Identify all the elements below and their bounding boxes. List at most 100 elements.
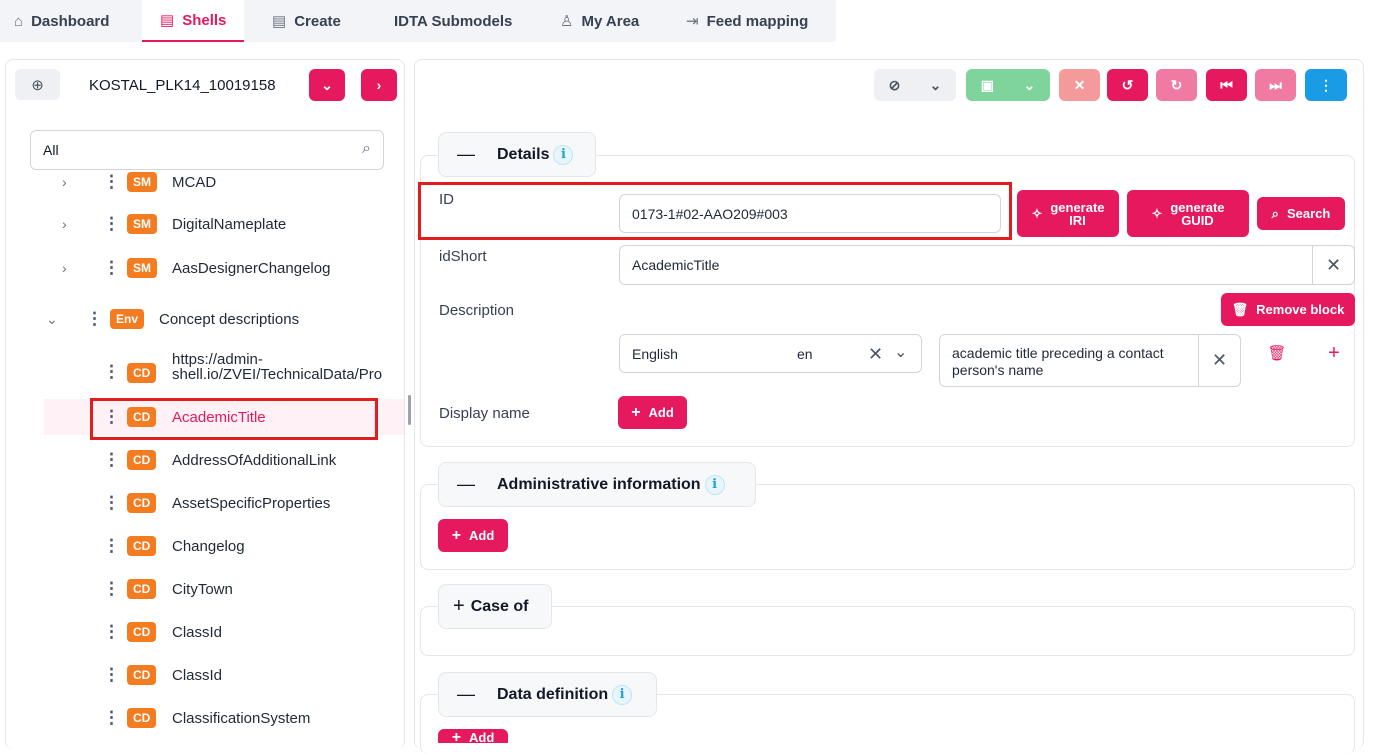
tab-idta-label: IDTA Submodels — [394, 12, 513, 30]
data-definition-header[interactable]: — Data definition i — [438, 672, 657, 717]
chevron-down-icon[interactable]: ⌄ — [1024, 77, 1036, 94]
generate-guid-button[interactable]: ✧ generate GUID — [1127, 190, 1249, 237]
tree-item[interactable]: ⌄ ⋮ Env Concept descriptions — [6, 301, 404, 337]
search-label: Search — [1286, 206, 1331, 221]
info-icon[interactable]: i — [704, 474, 725, 495]
tab-create[interactable]: ▤ Create — [272, 0, 341, 42]
search-button[interactable]: ⌕ Search — [1257, 197, 1345, 230]
tree-item[interactable]: ⋮ CD ClassId — [6, 614, 404, 650]
clear-icon[interactable]: ✕ — [868, 344, 883, 365]
tab-my-area-label: My Area — [581, 12, 640, 30]
last-button[interactable]: ⏭ — [1255, 69, 1296, 101]
type-badge: SM — [127, 214, 157, 234]
chevron-right-icon[interactable]: › — [62, 260, 67, 276]
chevron-down-icon[interactable]: ⌄ — [930, 77, 942, 94]
chevron-right-icon: › — [376, 77, 382, 93]
zoom-button[interactable]: ⊕ — [15, 69, 60, 100]
info-icon[interactable]: i — [553, 144, 574, 165]
redo-button[interactable]: ↻ — [1156, 69, 1197, 101]
tree-item[interactable]: ⋮ CD CityTown — [6, 571, 404, 607]
shell-next-button[interactable]: › — [361, 69, 397, 101]
tab-feed-mapping[interactable]: ⇥ Feed mapping — [686, 0, 808, 42]
idshort-value: AcademicTitle — [632, 257, 720, 273]
expand-icon[interactable]: + — [453, 595, 465, 618]
remove-block-button[interactable]: 🗑 Remove block — [1221, 293, 1355, 326]
type-badge: CD — [127, 363, 157, 383]
generate-iri-button[interactable]: ✧ generate IRI — [1017, 190, 1119, 237]
tree-item-label: ClassId — [172, 666, 223, 684]
tab-my-area[interactable]: ♙ My Area — [560, 0, 639, 42]
idshort-input[interactable]: AcademicTitle ✕ — [619, 245, 1355, 285]
info-icon[interactable]: i — [612, 684, 633, 705]
tree-item[interactable]: ⋮ CD https://admin- shell.io/ZVEI/Techni… — [6, 350, 404, 394]
tree-item[interactable]: ⋮ CD Changelog — [6, 528, 404, 564]
more-vertical-icon[interactable]: ⋮ — [103, 214, 120, 234]
add-display-name-button[interactable]: + Add — [618, 396, 687, 429]
tree-item[interactable]: ⋮ CD AssetSpecificProperties — [6, 485, 404, 521]
more-vertical-icon[interactable]: ⋮ — [103, 536, 120, 556]
save-icon[interactable]: ▣ — [981, 77, 994, 94]
collapse-icon[interactable]: — — [457, 684, 475, 705]
check-icon[interactable]: ⊘ — [889, 77, 901, 94]
add-administrative-button[interactable]: + Add — [438, 519, 508, 552]
panel-splitter[interactable] — [408, 395, 411, 425]
tree-item-label: https://admin- shell.io/ZVEI/TechnicalDa… — [172, 352, 382, 382]
save-button-group[interactable]: ▣ ⌄ — [966, 69, 1050, 101]
clear-icon[interactable]: ✕ — [1198, 335, 1240, 386]
trash-icon[interactable]: 🗑 — [1267, 343, 1287, 363]
data-definition-title: Data definition — [497, 685, 609, 703]
description-textarea[interactable]: academic title preceding a contact perso… — [939, 334, 1241, 387]
more-vertical-icon[interactable]: ⋮ — [86, 309, 103, 329]
tree-item[interactable]: › ⋮ SM AasDesignerChangelog — [6, 250, 404, 286]
tree-item[interactable]: › ⋮ SM MCAD — [6, 164, 404, 200]
chevron-down-icon[interactable]: ⌄ — [894, 342, 907, 362]
plus-icon: + — [451, 527, 462, 544]
tree-item[interactable]: ⋮ CD ClassificationSystem — [6, 700, 404, 736]
discard-button[interactable]: ✕ — [1059, 69, 1100, 101]
tab-dashboard[interactable]: ⌂ Dashboard — [14, 0, 109, 42]
tree-item[interactable]: › ⋮ SM DigitalNameplate — [6, 206, 404, 242]
case-of-header[interactable]: + Case of — [438, 584, 552, 629]
more-vertical-icon[interactable]: ⋮ — [103, 622, 120, 642]
sparkle-icon: ✧ — [1151, 206, 1163, 221]
tree-item-label: AssetSpecificProperties — [172, 494, 331, 512]
filter-value: All — [43, 142, 59, 158]
redo-icon: ↻ — [1170, 76, 1183, 93]
tree-item[interactable]: ⋮ CD AddressOfAdditionalLink — [6, 442, 404, 478]
shell-dropdown-button[interactable]: ⌄ — [309, 69, 345, 101]
tree-item[interactable]: ⋮ CD ClassId — [6, 657, 404, 693]
collapse-icon[interactable]: — — [457, 474, 475, 495]
chevron-right-icon[interactable]: › — [62, 216, 67, 232]
collapse-icon[interactable]: — — [457, 144, 475, 165]
administrative-header[interactable]: — Administrative information i — [438, 462, 756, 507]
highlight-box — [418, 182, 1012, 240]
more-vertical-icon[interactable]: ⋮ — [103, 493, 120, 513]
tab-create-label: Create — [294, 12, 341, 30]
more-vertical-icon[interactable]: ⋮ — [103, 450, 120, 470]
display-name-label: Display name — [439, 405, 530, 422]
more-vertical-icon[interactable]: ⋮ — [103, 708, 120, 728]
tree-item-label: ClassId — [172, 623, 223, 641]
more-button[interactable]: ⋮ — [1305, 69, 1347, 101]
more-vertical-icon[interactable]: ⋮ — [103, 579, 120, 599]
tab-idta-submodels[interactable]: IDTA Submodels — [394, 0, 512, 42]
clear-icon[interactable]: ✕ — [1312, 246, 1354, 284]
add-icon[interactable]: + — [1324, 342, 1344, 364]
more-vertical-icon[interactable]: ⋮ — [103, 172, 120, 192]
details-header[interactable]: — Details i — [438, 132, 596, 177]
add-label: Add — [648, 405, 674, 420]
more-vertical-icon[interactable]: ⋮ — [103, 665, 120, 685]
validate-button-group[interactable]: ⊘ ⌄ — [874, 69, 956, 101]
case-of-section — [420, 606, 1355, 656]
chevron-right-icon[interactable]: › — [62, 174, 67, 190]
trash-icon: 🗑 — [1231, 302, 1249, 317]
language-select[interactable]: English en ✕ ⌄ — [619, 334, 922, 373]
first-button[interactable]: ⏮ — [1206, 69, 1247, 101]
more-vertical-icon[interactable]: ⋮ — [103, 362, 120, 382]
add-data-definition-button[interactable]: + Add — [438, 729, 508, 746]
type-badge: SM — [127, 258, 157, 278]
more-vertical-icon[interactable]: ⋮ — [103, 258, 120, 278]
tab-shells[interactable]: ▤ Shells — [142, 0, 245, 42]
undo-button[interactable]: ↺ — [1107, 69, 1148, 101]
chevron-down-icon[interactable]: ⌄ — [46, 311, 58, 328]
